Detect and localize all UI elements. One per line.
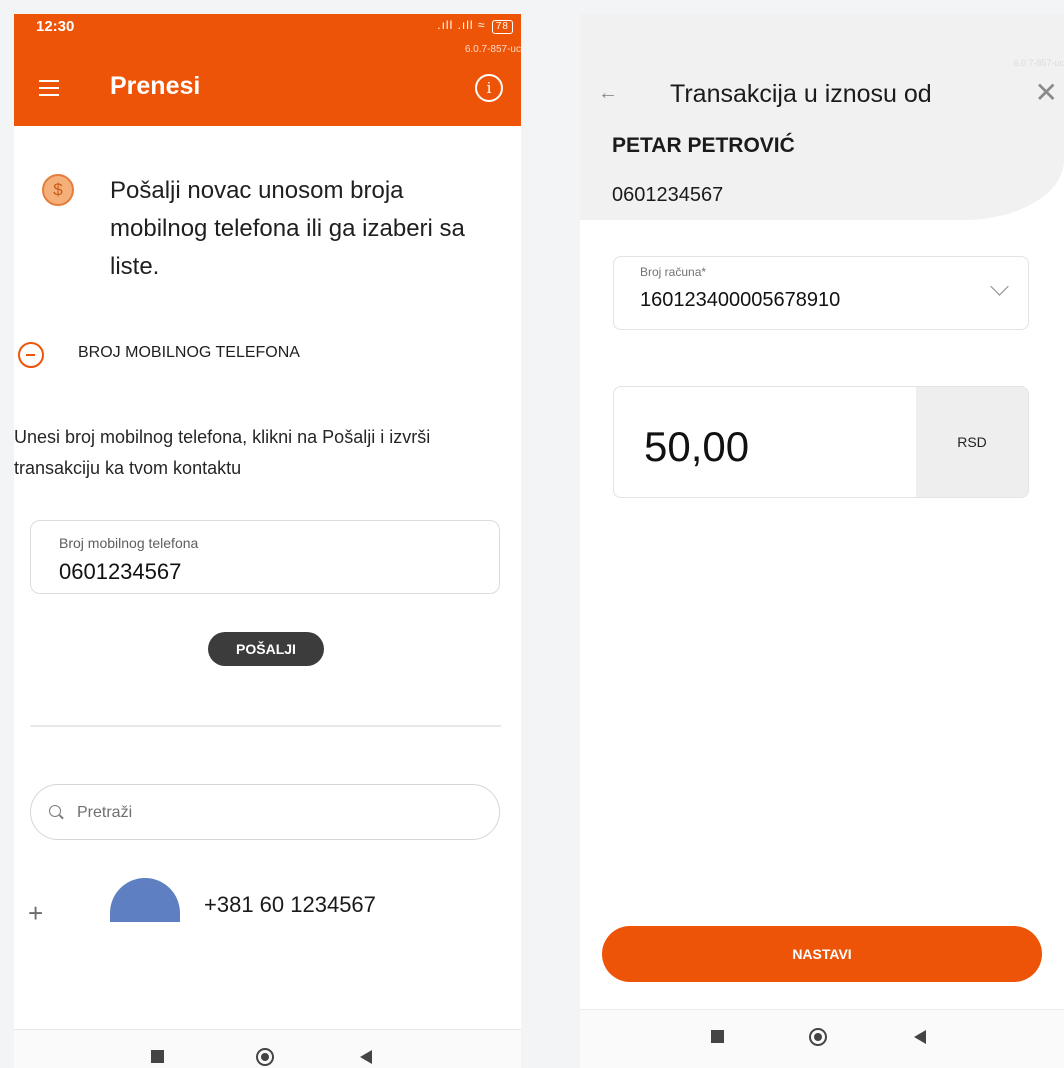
version-label: 6.0.7-857-uc <box>1013 58 1064 68</box>
page-title: Prenesi <box>110 72 201 100</box>
divider <box>30 725 501 727</box>
plus-icon[interactable]: + <box>28 898 43 929</box>
instruction-text: Unesi broj mobilnog telefona, klikni na … <box>14 427 431 478</box>
section-title[interactable]: BROJ MOBILNOG TELEFONA <box>78 344 300 362</box>
right-screen: 6.0.7-857-uc ← Transakcija u iznosu od ✕… <box>580 14 1064 1068</box>
search-input[interactable] <box>75 785 489 841</box>
recipient-phone: 0601234567 <box>612 184 724 206</box>
phone-field-label: Broj mobilnog telefona <box>59 535 199 551</box>
recipient-name: PETAR PETROVIĆ <box>612 134 795 157</box>
status-time: 12:30 <box>36 18 75 35</box>
version-label: 6.0.7-857-uc <box>464 44 521 55</box>
currency-label: RSD <box>916 387 1028 497</box>
phone-field-value[interactable]: 0601234567 <box>59 559 181 585</box>
menu-icon[interactable] <box>39 80 59 97</box>
signal-icon: .ıll .ıll ≈ <box>437 18 486 32</box>
info-icon[interactable]: i <box>475 74 503 102</box>
phone-number-field[interactable]: Broj mobilnog telefona 0601234567 <box>30 520 500 594</box>
chevron-down-icon[interactable] <box>990 277 1009 296</box>
back-icon[interactable] <box>914 1030 926 1044</box>
avatar <box>110 878 180 922</box>
transaction-header: 6.0.7-857-uc ← Transakcija u iznosu od ✕… <box>580 14 1064 220</box>
recents-icon[interactable] <box>711 1030 724 1043</box>
page-title: Transakcija u iznosu od <box>670 80 932 108</box>
home-icon[interactable] <box>809 1028 827 1046</box>
recents-icon[interactable] <box>151 1050 164 1063</box>
close-icon[interactable]: ✕ <box>1035 76 1058 109</box>
contact-number[interactable]: +381 60 1234567 <box>204 892 376 918</box>
back-arrow-icon[interactable]: ← <box>598 82 618 105</box>
android-nav-bar <box>580 1009 1064 1068</box>
account-label: Broj računa* <box>640 265 707 279</box>
search-box[interactable] <box>30 784 500 841</box>
account-value: 160123400005678910 <box>640 289 841 311</box>
android-nav-bar <box>14 1029 521 1068</box>
send-button[interactable]: POŠALJI <box>208 632 324 666</box>
left-screen: 12:30 .ıll .ıll ≈ 78 6.0.7-857-uc Prenes… <box>14 14 521 1068</box>
amount-value[interactable]: 50,00 <box>644 423 749 471</box>
amount-field[interactable]: 50,00 RSD <box>613 386 1029 498</box>
intro-text: Pošalji novac unosom broja mobilnog tele… <box>110 177 465 280</box>
continue-button[interactable]: NASTAVI <box>602 926 1042 982</box>
account-select[interactable]: Broj računa* 160123400005678910 <box>613 256 1029 330</box>
dollar-coin-icon: $ <box>42 174 74 206</box>
search-icon <box>49 805 61 817</box>
battery-icon: 78 <box>491 20 513 34</box>
minus-circle-icon[interactable] <box>18 342 44 368</box>
app-header: 12:30 .ıll .ıll ≈ 78 6.0.7-857-uc Prenes… <box>14 14 521 126</box>
back-icon[interactable] <box>360 1050 372 1064</box>
home-icon[interactable] <box>256 1048 274 1066</box>
status-icons: .ıll .ıll ≈ 78 <box>437 18 513 34</box>
